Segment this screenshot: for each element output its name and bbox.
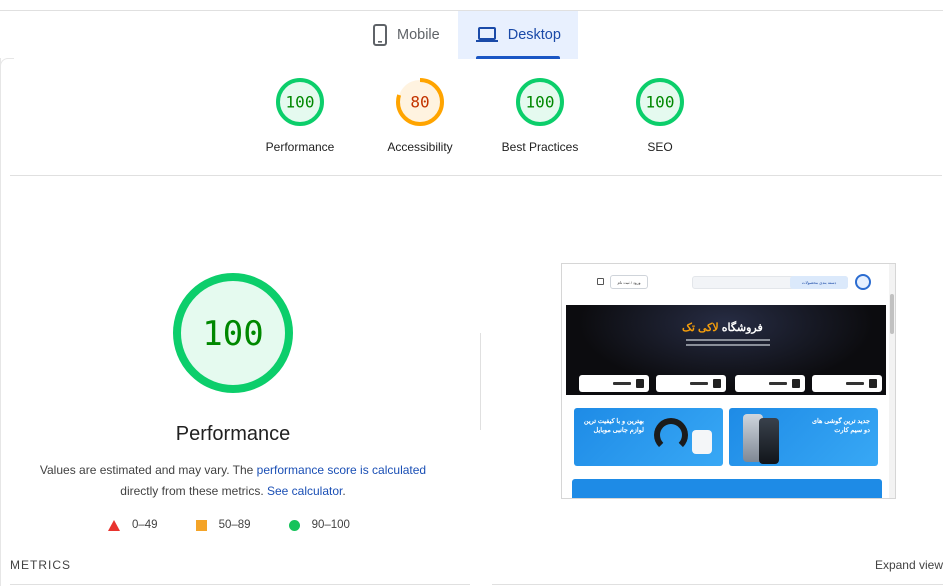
category-scores: 100 Performance 80 Accessibility 100 Bes… (240, 76, 720, 154)
seo-gauge-ring: 100 (636, 78, 684, 126)
site-login-button: ورود / ثبت نام (610, 275, 648, 289)
smartphone-icon (373, 24, 387, 46)
gauge-performance[interactable]: 100 Performance (240, 76, 360, 154)
tab-desktop-label: Desktop (507, 27, 561, 43)
accessories-promo-text: بهترین و با کیفیت ترین لوازم جانبی موبای… (583, 418, 644, 434)
headphones-image (654, 418, 688, 452)
accessibility-score: 80 (410, 93, 429, 112)
site-blue-section (572, 479, 882, 498)
site-category-button: دسته بندی محصولات (790, 276, 848, 289)
accessibility-gauge-ring: 80 (396, 78, 444, 126)
performance-gauge-ring: 100 (276, 78, 324, 126)
scores-divider (10, 175, 942, 176)
final-screenshot-thumbnail[interactable]: دسته بندی محصولات ورود / ثبت نام فروشگاه… (561, 263, 896, 499)
phones-promo-text: جدید ترین گوشی های دو سیم کارت (811, 418, 870, 434)
description-suffix: . (342, 484, 346, 498)
earbuds-image (692, 430, 712, 454)
gauge-accessibility[interactable]: 80 Accessibility (360, 76, 480, 154)
panel-border (0, 58, 14, 72)
device-tabs: Mobile Desktop (355, 11, 578, 59)
description-text: Values are estimated and may vary. The (39, 463, 257, 477)
legend-pass-label: 90–100 (311, 519, 350, 531)
performance-title: Performance (175, 423, 291, 445)
hero-subtitle (686, 339, 770, 341)
accessibility-label: Accessibility (387, 140, 453, 154)
best-practices-gauge-ring: 100 (516, 78, 564, 126)
tab-mobile[interactable]: Mobile (355, 11, 458, 59)
circle-icon (288, 519, 300, 531)
metrics-divider (10, 584, 470, 585)
score-scale-legend: 0–49 50–89 90–100 (108, 519, 350, 531)
tab-mobile-label: Mobile (397, 27, 440, 43)
hero-category-card (812, 375, 882, 392)
hero-category-card (579, 375, 649, 392)
hero-category-card (735, 375, 805, 392)
gauge-seo[interactable]: 100 SEO (600, 76, 720, 154)
site-hero-banner: فروشگاه لاکی تک (566, 305, 886, 395)
hero-title: فروشگاه لاکی تک (682, 322, 763, 334)
performance-big-gauge: 100 (173, 273, 293, 393)
seo-score: 100 (646, 93, 675, 112)
laptop-icon (475, 27, 498, 43)
legend-average: 50–89 (195, 519, 251, 531)
metrics-heading: METRICS (10, 558, 71, 572)
legend-fail-label: 0–49 (132, 519, 158, 531)
performance-big-score: 100 (202, 314, 263, 354)
performance-score-link[interactable]: performance score is calculated (257, 463, 426, 477)
hero-category-card (656, 375, 726, 392)
site-header: دسته بندی محصولات ورود / ثبت نام (562, 264, 890, 310)
accessories-promo-banner: بهترین و با کیفیت ترین لوازم جانبی موبای… (574, 408, 723, 466)
vertical-divider (480, 333, 481, 430)
description-text-2: directly from these metrics. (120, 484, 267, 498)
metrics-divider (492, 584, 943, 585)
thumbnail-scrollbar (889, 264, 895, 498)
legend-pass: 90–100 (288, 519, 350, 531)
tab-desktop[interactable]: Desktop (457, 11, 578, 59)
site-nav (657, 297, 867, 310)
legend-fail: 0–49 (108, 519, 158, 531)
square-icon (195, 519, 207, 531)
gauge-best-practices[interactable]: 100 Best Practices (480, 76, 600, 154)
legend-average-label: 50–89 (218, 519, 251, 531)
best-practices-label: Best Practices (501, 140, 579, 154)
cart-icon (597, 278, 604, 285)
phones-promo-banner: جدید ترین گوشی های دو سیم کارت (729, 408, 878, 466)
panel-border-left (0, 58, 1, 586)
performance-score: 100 (286, 93, 315, 112)
seo-label: SEO (647, 140, 673, 154)
phone-image (759, 418, 779, 464)
performance-label: Performance (265, 140, 335, 154)
best-practices-score: 100 (526, 93, 555, 112)
see-calculator-link[interactable]: See calculator (267, 484, 342, 498)
performance-description: Values are estimated and may vary. The p… (20, 460, 446, 502)
expand-view-button[interactable]: Expand view (875, 558, 943, 572)
triangle-icon (108, 519, 120, 531)
site-logo (855, 274, 871, 290)
